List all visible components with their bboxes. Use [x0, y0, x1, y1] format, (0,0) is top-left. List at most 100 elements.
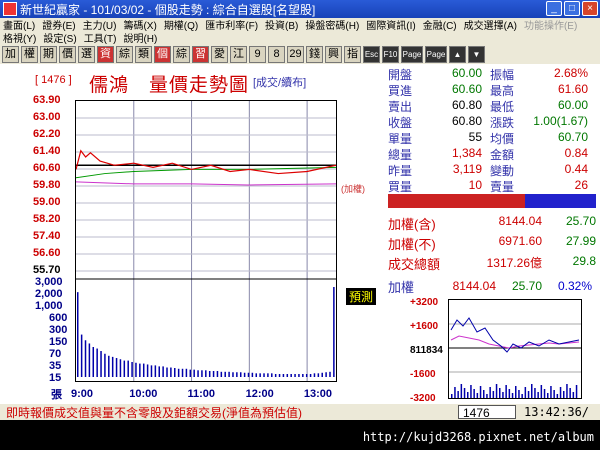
toolbar-nav-button[interactable]: Page Down: [425, 45, 447, 74]
menu-item[interactable]: 設定(S): [43, 30, 76, 45]
toolbar-button[interactable]: 29: [287, 45, 304, 63]
mini-volume-bar: [499, 388, 501, 398]
forecast-label[interactable]: 預測: [346, 288, 377, 305]
toolbar-button[interactable]: 習: [192, 45, 209, 63]
toolbar-button[interactable]: 江: [230, 45, 247, 63]
quote-row: 昨量 3,119 變動 0.44: [388, 162, 598, 178]
volume-bar: [80, 334, 83, 377]
toolbar-button[interactable]: 期: [40, 45, 57, 63]
volume-bar: [181, 368, 184, 377]
volume-bar: [329, 371, 331, 377]
volume-bar: [131, 362, 133, 377]
toolbar-button[interactable]: 選: [78, 45, 95, 63]
toolbar-nav-button[interactable]: ▼: [468, 45, 485, 63]
watermark-url: http://kujd3268.pixnet.net/album: [362, 430, 594, 444]
toolbar-button[interactable]: 加: [2, 45, 19, 63]
price-volume-chart: [ 1476 ] 儒鴻 量價走勢圖 [成交/續布] 63.90 63.00 62.2…: [3, 66, 385, 402]
quote-value: 61.60: [557, 82, 588, 96]
mini-volume-bar: [463, 388, 466, 398]
menu-item[interactable]: 投資(B): [265, 17, 298, 32]
toolbar-button[interactable]: 個: [154, 45, 171, 63]
toolbar-nav-button[interactable]: Esc: [363, 45, 380, 63]
mini-volume-bar: [569, 388, 571, 398]
mini-volume-bar: [476, 393, 479, 398]
volume-bar: [224, 371, 226, 377]
quote-value: 1,384: [451, 146, 482, 160]
minimize-button[interactable]: _: [546, 1, 562, 16]
quote-label: 賣出: [388, 100, 413, 114]
menu-item[interactable]: 成交選擇(A): [464, 17, 517, 32]
volume-tick-label: 2,000: [35, 288, 63, 300]
volume-bar: [255, 373, 258, 377]
menu-item[interactable]: 匯市利率(F): [205, 17, 258, 32]
toolbar-nav-button[interactable]: F10: [382, 45, 399, 63]
weighted-index-line: [75, 181, 337, 186]
toolbar-button[interactable]: 錢: [306, 45, 323, 63]
mini-volume-bar: [556, 394, 559, 398]
volume-bar: [317, 373, 320, 377]
quote-label: 變動: [490, 164, 515, 178]
toolbar-button[interactable]: 指: [344, 45, 361, 63]
mini-plot-area[interactable]: [448, 299, 582, 399]
toolbar-button[interactable]: 綜: [173, 45, 190, 63]
quote-row: 開盤 60.00 振幅 2.68%: [388, 66, 598, 82]
x-tick-label: 9:00: [71, 388, 94, 400]
stock-code-input[interactable]: 1476: [458, 405, 516, 420]
toolbar-button[interactable]: 9: [249, 45, 266, 63]
menu-item[interactable]: 說明(H): [123, 30, 157, 45]
chart-note[interactable]: [成交/續布]: [253, 74, 306, 90]
volume-bar: [220, 371, 223, 377]
index-panel: 加權(含) 8144.04 25.70 加權(不) 6971.60 27.99 成交總額 13…: [388, 214, 598, 274]
quote-label: 金額: [490, 148, 515, 162]
mini-volume-bar: [553, 390, 555, 398]
toolbar-button[interactable]: 類: [135, 45, 152, 63]
plot-area[interactable]: [75, 100, 337, 382]
toolbar-button[interactable]: 綜: [116, 45, 133, 63]
quote-label: 漲跌: [490, 116, 515, 130]
menu-item[interactable]: 操盤密碼(H): [305, 17, 359, 32]
mini-volume-bar: [572, 392, 575, 398]
toolbar-button[interactable]: 資: [97, 45, 114, 63]
volume-bar: [174, 368, 176, 377]
menu-bar: 畫面(L) 證券(E) 主力(U) 籌碼(X) 期權(Q) 匯市利率(F) 投資(B) 操盤密…: [0, 17, 600, 45]
toolbar-button[interactable]: 興: [325, 45, 342, 63]
mini-volume-bar: [540, 385, 543, 398]
toolbar-button[interactable]: 8: [268, 45, 285, 63]
mini-volume-bar: [547, 393, 549, 398]
volume-bar: [96, 348, 98, 377]
x-tick-label: 11:00: [187, 388, 215, 400]
volume-bar: [150, 365, 153, 377]
toolbar-button[interactable]: 愛: [211, 45, 228, 63]
quote-value: 10: [468, 178, 482, 192]
mini-pct: 0.32%: [557, 279, 592, 293]
volume-bar: [274, 374, 277, 377]
mini-volume-bar: [527, 391, 530, 398]
mini-volume-bar: [479, 386, 482, 398]
volume-bar: [278, 374, 281, 377]
volume-bar: [243, 372, 246, 377]
quote-value: 55: [468, 130, 482, 144]
toolbar-nav-button[interactable]: ▲: [449, 45, 466, 63]
quote-value: 60.80: [451, 114, 482, 128]
quote-row: 單量 55 均價 60.70: [388, 130, 598, 146]
toolbar-button[interactable]: 價: [59, 45, 76, 63]
close-button[interactable]: ×: [582, 1, 598, 16]
volume-bar: [282, 374, 285, 377]
maximize-button[interactable]: □: [564, 1, 580, 16]
volume-bar: [325, 372, 327, 377]
menu-item[interactable]: 格視(Y): [3, 30, 36, 45]
volume-bar: [201, 370, 203, 377]
mini-volume-bar: [492, 391, 495, 398]
menu-item[interactable]: 功能操作(E): [524, 17, 577, 32]
menu-item[interactable]: 國際資訊(I): [366, 17, 415, 32]
volume-bar: [321, 372, 323, 377]
volume-unit-label: 張: [51, 389, 62, 401]
toolbar-button[interactable]: 權: [21, 45, 38, 63]
toolbar-nav-button[interactable]: Page Up: [401, 45, 423, 74]
menu-item[interactable]: 期權(Q): [164, 17, 198, 32]
menu-item[interactable]: 金融(C): [423, 17, 457, 32]
quote-label: 買量: [388, 180, 413, 194]
index-change: 25.70: [565, 214, 596, 228]
menu-item[interactable]: 工具(T): [84, 30, 117, 45]
chart-svg: [75, 101, 337, 381]
